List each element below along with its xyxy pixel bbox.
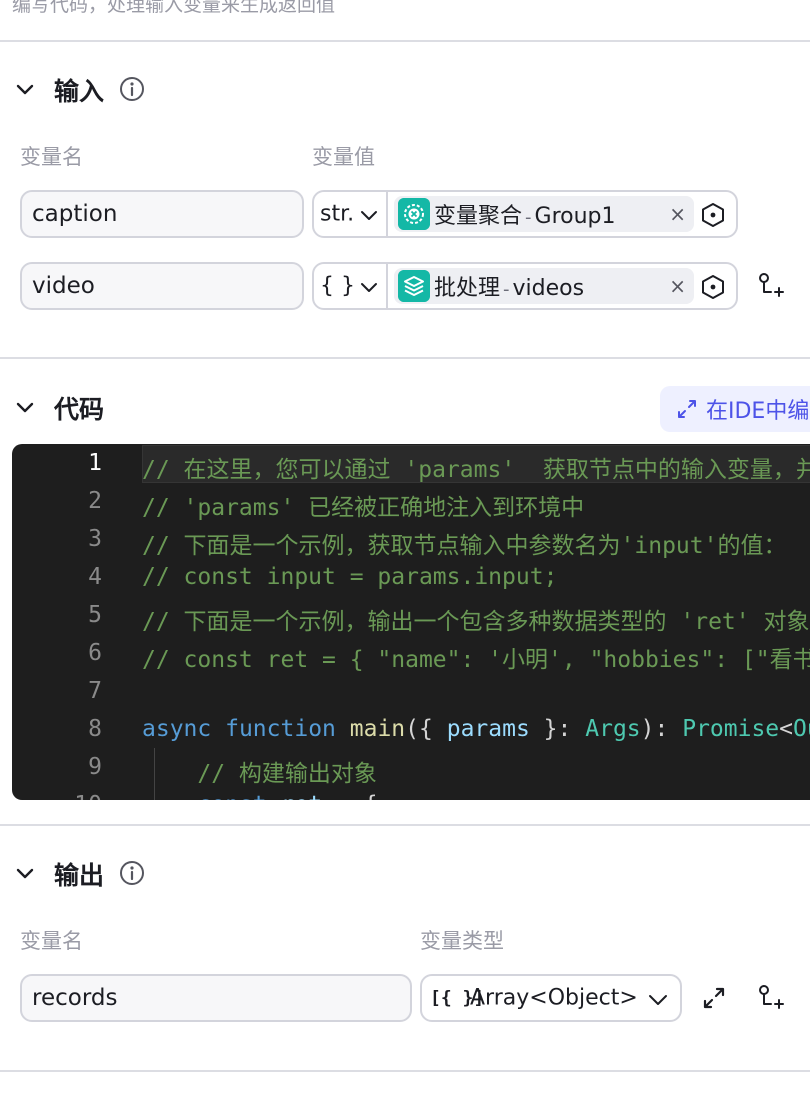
type-selector[interactable]: str. [314,192,388,236]
divider [386,264,388,308]
node-description: 编写代码，处理输入变量来生成返回值 [12,0,336,16]
divider [0,824,810,826]
collapse-chevron-icon[interactable] [14,862,36,884]
variable-picker-icon[interactable] [700,274,726,300]
line-number: 1 [88,450,102,476]
line-number: 5 [88,602,102,628]
divider [386,192,388,236]
remove-reference-button[interactable]: × [669,274,686,298]
line-number: 7 [88,678,102,704]
code-line: // 下面是一个示例，输出一个包含多种数据类型的 'ret' 对象： [142,609,810,635]
output-variable-name-input[interactable]: records [20,974,412,1022]
reference-separator: - [525,207,532,228]
variable-reference-tag[interactable]: 批处理 - videos × [394,268,694,304]
output-section-title: 输出 [54,861,105,890]
collapse-chevron-icon[interactable] [14,78,36,100]
code-line: // 在这里，您可以通过 'params' 获取节点中的输入变量，并通过 're… [142,457,810,483]
collapse-chevron-icon[interactable] [14,396,36,418]
variable-name-input[interactable]: video [20,262,304,310]
output-type-select[interactable]: [{ }] Array<Object> [420,974,682,1022]
code-line: const ret = { [142,792,377,800]
code-editor[interactable]: 1 2 3 4 5 6 7 8 9 10 // 在这里，您可以通过 'param… [12,444,810,800]
variable-merge-icon [398,198,430,230]
code-line: // const ret = { "name": '小明', "hobbies"… [142,647,810,673]
reference-node-name: 变量聚合 [434,204,523,229]
line-number: 3 [88,526,102,552]
code-line: // 'params' 已经被正确地注入到环境中 [142,495,585,521]
reference-separator: - [503,279,510,300]
divider [0,357,810,359]
divider [0,1070,810,1072]
line-number: 8 [88,716,102,742]
expand-icon [678,400,696,418]
batch-layers-icon [398,270,430,302]
column-header-type: 变量类型 [420,929,504,953]
type-selector[interactable]: { } [314,264,388,308]
chevron-down-icon [649,995,667,1005]
output-variable-name-value: records [32,985,118,1011]
type-label: { } [320,273,355,299]
open-in-ide-button[interactable]: 在IDE中编 [660,386,810,432]
add-child-variable-icon[interactable] [756,272,784,300]
reference-node-name: 批处理 [434,276,501,301]
output-type-value: Array<Object> [470,985,638,1011]
variable-value-field[interactable]: str. 变量聚合 - Group1 × [312,190,738,238]
variable-name-value: video [32,273,95,299]
code-line: // 构建输出对象 [142,761,377,787]
chevron-down-icon [361,211,377,220]
line-number: 9 [88,754,102,780]
reference-variable-name: videos [512,276,585,301]
column-header-name: 变量名 [20,145,83,169]
reference-variable-name: Group1 [534,204,616,229]
type-label: str. [320,201,355,227]
code-line: // 下面是一个示例，获取节点输入中参数名为'input'的值： [142,533,787,559]
variable-name-input[interactable]: caption [20,190,304,238]
info-icon[interactable] [119,860,145,886]
line-number: 4 [88,564,102,590]
info-icon[interactable] [119,76,145,102]
line-number: 6 [88,640,102,666]
add-child-variable-icon[interactable] [756,984,784,1012]
open-in-ide-label: 在IDE中编 [706,399,810,424]
code-line: // const input = params.input; [142,564,558,590]
input-section-title: 输入 [54,77,105,106]
code-section-title: 代码 [54,395,105,424]
line-number: 2 [88,488,102,514]
remove-reference-button[interactable]: × [669,202,686,226]
column-header-value: 变量值 [312,145,375,169]
variable-name-value: caption [32,201,118,227]
code-line: async function main({ params }: Args): P… [142,716,810,742]
variable-picker-icon[interactable] [700,202,726,228]
line-number: 10 [52,792,102,800]
chevron-down-icon [361,283,377,292]
column-header-name: 变量名 [20,929,83,953]
divider [0,40,810,42]
expand-icon[interactable] [700,984,728,1012]
variable-value-field[interactable]: { } 批处理 - videos × [312,262,738,310]
variable-reference-tag[interactable]: 变量聚合 - Group1 × [394,196,694,232]
